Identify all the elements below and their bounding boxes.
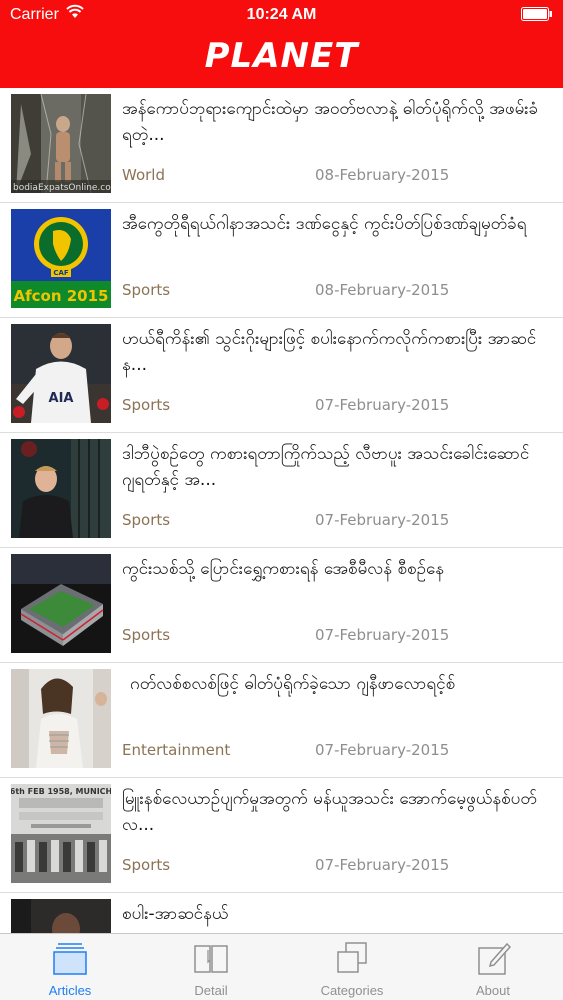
edit-icon [478,942,512,975]
article-category: Sports [122,396,171,414]
article-row[interactable]: ဂတ်လစ်စလစ်ဖြင့် ဓါတ်ပုံရိုက်ခဲ့သော ဂျနီဖ… [0,663,563,778]
tab-about[interactable]: About [423,934,563,1000]
article-title: အီကွေတိုရီရယ်ဂါနာအသင်း ဒဏ်ငွေနှင့် ကွင်း… [122,214,527,234]
article-thumbnail [11,439,111,538]
article-date: 07-February-2015 [315,856,450,874]
article-date: 07-February-2015 [315,511,450,529]
article-category: Sports [122,856,171,874]
status-bar: Carrier 10:24 AM [0,0,563,30]
tab-detail-label: Detail [194,983,228,998]
article-row[interactable]: ကွင်းသစ်သို့ ပြောင်းရွှေ့ကစားရန် အေစီမီလ… [0,548,563,663]
article-thumbnail: AIA [11,324,111,423]
tab-detail[interactable]: Detail [141,934,281,1000]
article-row[interactable]: စပါး-အာဆင်နယ် [0,893,563,933]
article-title: ဟယ်ရီကိန်း၏ သွင်းဂိုးများဖြင့် စပါးနောက်… [122,329,537,375]
article-date: 07-February-2015 [315,741,450,759]
status-time: 10:24 AM [246,6,317,23]
article-row[interactable]: bodiaExpatsOnline.co အန်ကောပ်ဘုရားကျောင်… [0,88,563,203]
tab-about-label: About [476,983,510,998]
tab-articles[interactable]: Articles [0,934,140,1000]
article-category: Entertainment [122,741,231,759]
article-category: Sports [122,511,171,529]
article-title: မြူးနစ်လေယာဉ်ပျက်မှုအတွက် မန်ယူအသင်း အော… [122,789,537,835]
article-thumbnail [11,669,111,768]
tab-categories-label: Categories [320,983,384,998]
article-row[interactable]: 6th FEB 1958, MUNICH မြူးနစ်လေယာဉ်ပျက်မှ… [0,778,563,893]
article-category: Sports [122,281,171,299]
thumbnail-caption: AIA [49,391,74,406]
article-title: ကွင်းသစ်သို့ ပြောင်းရွှေ့ကစားရန် အေစီမီလ… [122,559,445,579]
article-title: ဂတ်လစ်စလစ်ဖြင့် ဓါတ်ပုံရိုက်ခဲ့သော ဂျနီဖ… [130,674,456,694]
articles-stack-icon [53,943,87,975]
book-icon [194,945,228,973]
tab-bar: Articles Detail Categories About [0,933,563,1000]
article-row[interactable]: CAF Afcon 2015 အီကွေတိုရီရယ်ဂါနာအသင်း ဒဏ… [0,203,563,318]
article-thumbnail: 6th FEB 1958, MUNICH [11,784,111,883]
thumbnail-caption: 6th FEB 1958, MUNICH [11,787,111,796]
article-date: 08-February-2015 [315,281,450,299]
article-thumbnail: CAF Afcon 2015 [11,209,111,308]
thumbnail-watermark: bodiaExpatsOnline.co [13,183,111,193]
article-thumbnail: bodiaExpatsOnline.co [11,94,111,193]
article-date: 08-February-2015 [315,166,450,184]
article-title: ဒါဘီပွဲစဉ်တွေ ကစားရတာကြိုက်သည့် လီဗာပူး … [122,444,530,490]
article-date: 07-February-2015 [315,626,450,644]
app-header: Carrier 10:24 AM PLANET [0,0,563,88]
article-category: World [122,166,165,184]
article-thumbnail [11,554,111,653]
svg-text:CAF: CAF [53,269,69,277]
article-title: အန်ကောပ်ဘုရားကျောင်းထဲမှာ အဝတ်ဗလာနဲ့ ဓါတ… [122,99,539,145]
battery-icon [521,7,552,21]
article-row[interactable]: AIA ဟယ်ရီကိန်း၏ သွင်းဂိုးများဖြင့် စပါးန… [0,318,563,433]
thumbnail-caption: Afcon 2015 [14,287,109,305]
article-category: Sports [122,626,171,644]
tab-articles-label: Articles [48,983,92,998]
article-list[interactable]: bodiaExpatsOnline.co အန်ကောပ်ဘုရားကျောင်… [0,88,563,933]
article-thumbnail [11,899,111,933]
tab-categories[interactable]: Categories [282,934,422,1000]
categories-icon [337,942,367,973]
app-title: PLANET [204,36,359,76]
article-row[interactable]: ဒါဘီပွဲစဉ်တွေ ကစားရတာကြိုက်သည့် လီဗာပူး … [0,433,563,548]
article-title: စပါး-အာဆင်နယ် [122,904,229,924]
article-date: 07-February-2015 [315,396,450,414]
